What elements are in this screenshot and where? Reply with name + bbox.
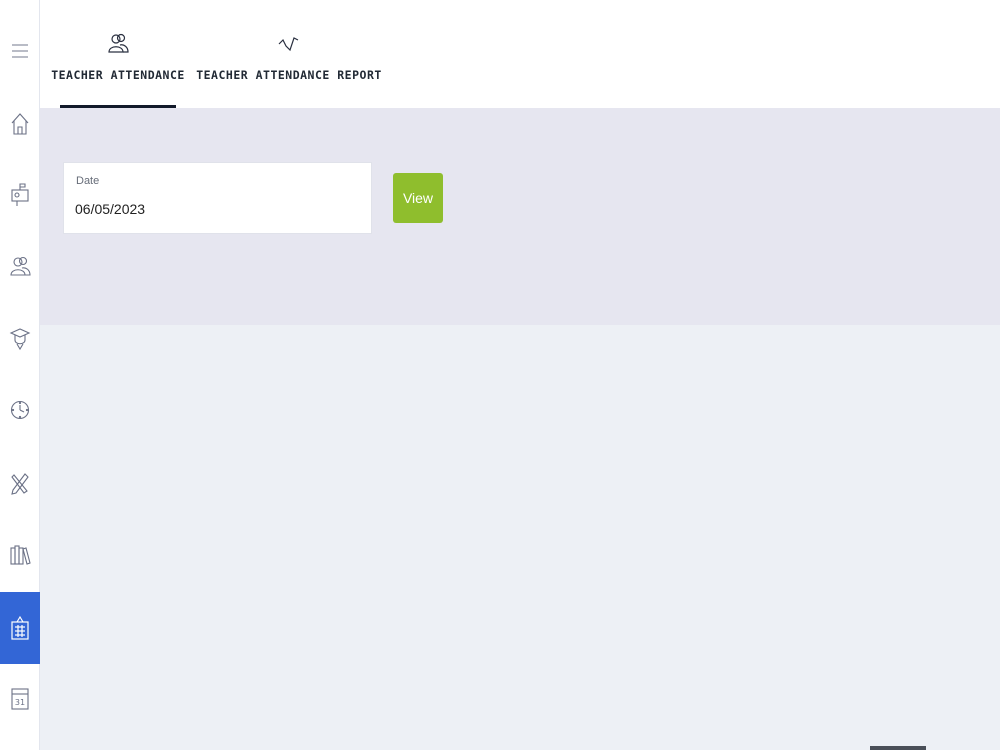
tab-bar: TEACHER ATTENDANCE TEACHER ATTENDANCE RE… bbox=[40, 0, 1000, 108]
date-label: Date bbox=[76, 175, 100, 187]
tab-teacher-attendance-report[interactable]: TEACHER ATTENDANCE REPORT bbox=[196, 0, 381, 108]
filter-panel: Date View bbox=[40, 108, 1000, 325]
attendance-clipboard-icon[interactable] bbox=[0, 592, 40, 664]
clock-icon[interactable] bbox=[0, 374, 40, 446]
home-icon[interactable] bbox=[0, 88, 40, 160]
graduate-icon[interactable] bbox=[0, 302, 40, 374]
tab-teacher-attendance[interactable]: TEACHER ATTENDANCE bbox=[51, 0, 184, 108]
menu-icon[interactable] bbox=[0, 15, 40, 87]
date-input[interactable] bbox=[75, 201, 355, 217]
calendar-icon[interactable]: 31 bbox=[0, 662, 40, 734]
view-button[interactable]: View bbox=[393, 173, 443, 223]
tab-label: TEACHER ATTENDANCE bbox=[51, 68, 185, 82]
scroll-indicator bbox=[870, 746, 926, 750]
activity-line-icon bbox=[278, 37, 299, 52]
mailbox-icon[interactable] bbox=[0, 158, 40, 230]
date-field[interactable]: Date bbox=[63, 162, 372, 234]
users-icon[interactable] bbox=[0, 230, 40, 302]
sidebar: 31 bbox=[0, 0, 40, 750]
tab-label: TEACHER ATTENDANCE REPORT bbox=[196, 68, 382, 82]
books-icon[interactable] bbox=[0, 518, 40, 590]
pencil-ruler-icon[interactable] bbox=[0, 446, 40, 518]
svg-text:31: 31 bbox=[15, 698, 25, 707]
users-icon bbox=[108, 33, 129, 53]
